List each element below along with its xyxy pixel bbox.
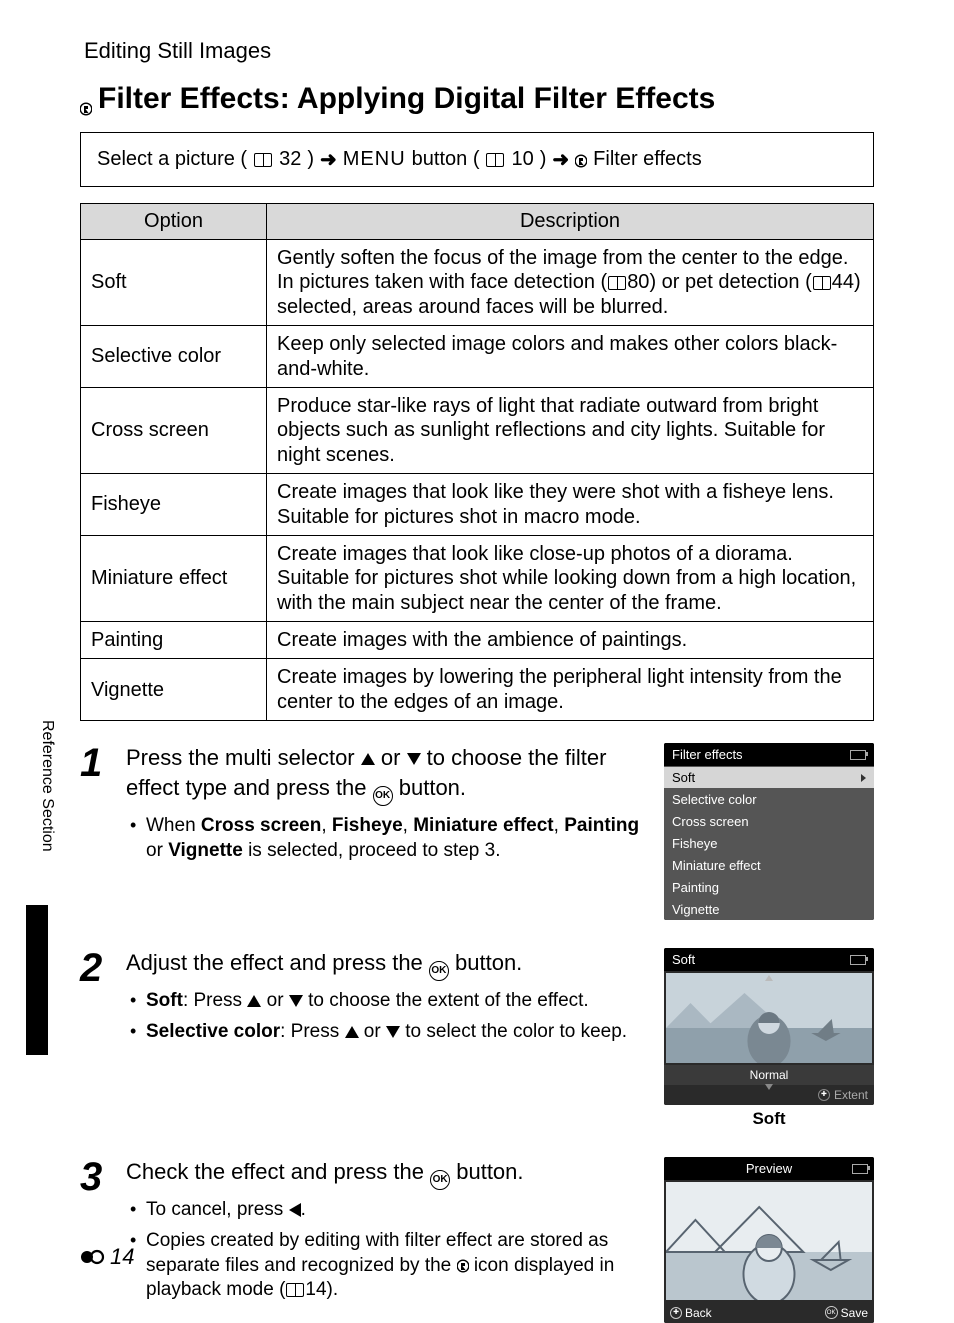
col-option: Option xyxy=(81,204,267,240)
menu-item[interactable]: Vignette xyxy=(664,898,874,920)
pencil-icon xyxy=(575,152,587,168)
bottom-row: ✚Back OKSave xyxy=(664,1302,874,1323)
down-icon xyxy=(289,995,303,1007)
left-icon xyxy=(289,1203,301,1217)
lcd-preview: Preview xyxy=(664,1157,874,1323)
arrow-icon: ➜ xyxy=(552,147,569,172)
pencil-icon xyxy=(80,91,92,107)
book-icon xyxy=(813,276,831,290)
book-icon xyxy=(254,153,272,167)
menu-item[interactable]: Cross screen xyxy=(664,810,874,832)
options-table: Option Description Soft Gently soften th… xyxy=(80,203,874,721)
table-row: PaintingCreate images with the ambience … xyxy=(81,622,874,659)
menu-item[interactable]: Fisheye xyxy=(664,832,874,854)
page: Editing Still Images Filter Effects: App… xyxy=(0,0,954,1314)
table-row: Miniature effectCreate images that look … xyxy=(81,535,874,621)
nav-down-icon xyxy=(765,1084,773,1090)
side-tab xyxy=(26,905,48,1055)
page-number: 14 xyxy=(80,1244,134,1270)
book-icon xyxy=(486,153,504,167)
preview-thumbnail xyxy=(666,973,872,1063)
menu-item[interactable]: Painting xyxy=(664,876,874,898)
ok-icon: OK xyxy=(373,786,393,806)
table-row: FisheyeCreate images that look like they… xyxy=(81,474,874,536)
page-header: Editing Still Images xyxy=(84,38,874,64)
chevron-right-icon xyxy=(861,774,866,782)
figure-caption: Soft xyxy=(664,1109,874,1129)
arrow-icon: ➜ xyxy=(320,147,337,172)
breadcrumb: Select a picture ( 32) ➜ MENU button ( 1… xyxy=(80,132,874,187)
up-icon xyxy=(361,753,375,765)
table-row: VignetteCreate images by lowering the pe… xyxy=(81,659,874,721)
up-icon xyxy=(247,995,261,1007)
status-row: Normal xyxy=(664,1065,874,1085)
side-label: Reference Section xyxy=(38,720,56,852)
down-icon xyxy=(386,1026,400,1038)
book-icon xyxy=(286,1283,304,1297)
book-icon xyxy=(608,276,626,290)
ok-icon: OK xyxy=(430,1170,450,1190)
table-row: Selective colorKeep only selected image … xyxy=(81,326,874,388)
menu-item-selected[interactable]: Soft xyxy=(664,766,874,788)
step-1: 1 Press the multi selector or to choose … xyxy=(80,743,874,920)
step-3: 3 Check the effect and press the OK butt… xyxy=(80,1157,874,1323)
table-row: Cross screenProduce star-like rays of li… xyxy=(81,387,874,473)
battery-icon xyxy=(850,955,866,965)
battery-icon xyxy=(850,750,866,760)
table-row: Soft Gently soften the focus of the imag… xyxy=(81,240,874,326)
nav-up-icon xyxy=(765,975,773,981)
menu-item[interactable]: Selective color xyxy=(664,788,874,810)
ok-icon: OK xyxy=(429,961,449,981)
menu-item[interactable]: Miniature effect xyxy=(664,854,874,876)
up-icon xyxy=(345,1026,359,1038)
section-title: Filter Effects: Applying Digital Filter … xyxy=(80,82,874,116)
preview-thumbnail xyxy=(666,1182,872,1300)
battery-icon xyxy=(852,1164,868,1174)
step-2: 2 Adjust the effect and press the OK but… xyxy=(80,948,874,1129)
pencil-icon xyxy=(457,1257,469,1273)
lcd-soft-adjust: Soft xyxy=(664,948,874,1129)
lcd-filter-menu: Filter effects Soft Selective color Cros… xyxy=(664,743,874,920)
down-icon xyxy=(407,753,421,765)
col-description: Description xyxy=(267,204,874,240)
